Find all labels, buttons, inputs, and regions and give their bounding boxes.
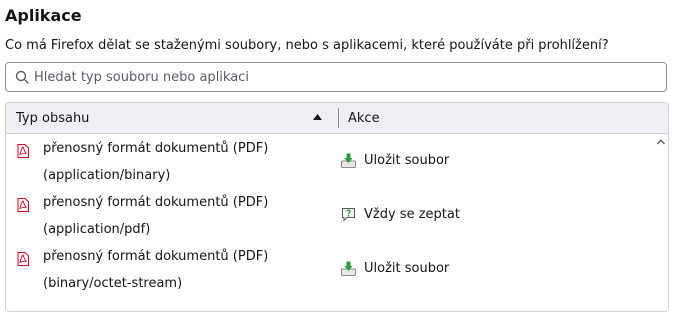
content-type-mime: (application/binary) xyxy=(43,168,171,183)
content-type-name: přenosný formát dokumentů (PDF) xyxy=(43,249,269,264)
table-rows: přenosný formát dokumentů (PDF) (applica… xyxy=(6,134,654,311)
column-header-type[interactable]: Typ obsahu xyxy=(16,111,89,126)
handlers-table: Typ obsahu Akce přenosný formát dokument… xyxy=(5,102,669,312)
action-dropdown[interactable]: Uložit soubor xyxy=(364,261,449,276)
column-divider[interactable] xyxy=(338,108,339,128)
sort-ascending-icon[interactable] xyxy=(313,114,322,120)
pdf-icon xyxy=(17,144,29,158)
table-row[interactable]: přenosný formát dokumentů (PDF) (applica… xyxy=(6,188,654,242)
action-dropdown[interactable]: Vždy se zeptat xyxy=(364,207,460,222)
table-header: Typ obsahu Akce xyxy=(6,103,668,134)
search-input[interactable] xyxy=(34,63,654,91)
content-type-mime: (application/pdf) xyxy=(43,222,151,237)
content-type-name: přenosný formát dokumentů (PDF) xyxy=(43,195,269,210)
always-ask-icon xyxy=(342,208,355,222)
action-dropdown[interactable]: Uložit soubor xyxy=(364,153,449,168)
save-file-icon xyxy=(341,153,356,168)
pdf-icon xyxy=(17,198,29,212)
content-type-mime: (binary/octet-stream) xyxy=(43,276,183,291)
section-description: Co má Firefox dělat se staženými soubory… xyxy=(5,38,609,53)
scroll-up-arrow-icon[interactable] xyxy=(657,139,665,145)
save-file-icon xyxy=(341,261,356,276)
table-row[interactable]: přenosný formát dokumentů (PDF) (binary/… xyxy=(6,242,654,296)
search-box[interactable] xyxy=(5,62,667,92)
section-title: Aplikace xyxy=(5,6,82,25)
pdf-icon xyxy=(17,252,29,266)
search-icon xyxy=(15,70,29,84)
column-header-action[interactable]: Akce xyxy=(348,111,380,126)
content-type-name: přenosný formát dokumentů (PDF) xyxy=(43,141,269,156)
table-row[interactable]: přenosný formát dokumentů (PDF) (applica… xyxy=(6,134,654,188)
vertical-scrollbar[interactable] xyxy=(654,134,668,311)
